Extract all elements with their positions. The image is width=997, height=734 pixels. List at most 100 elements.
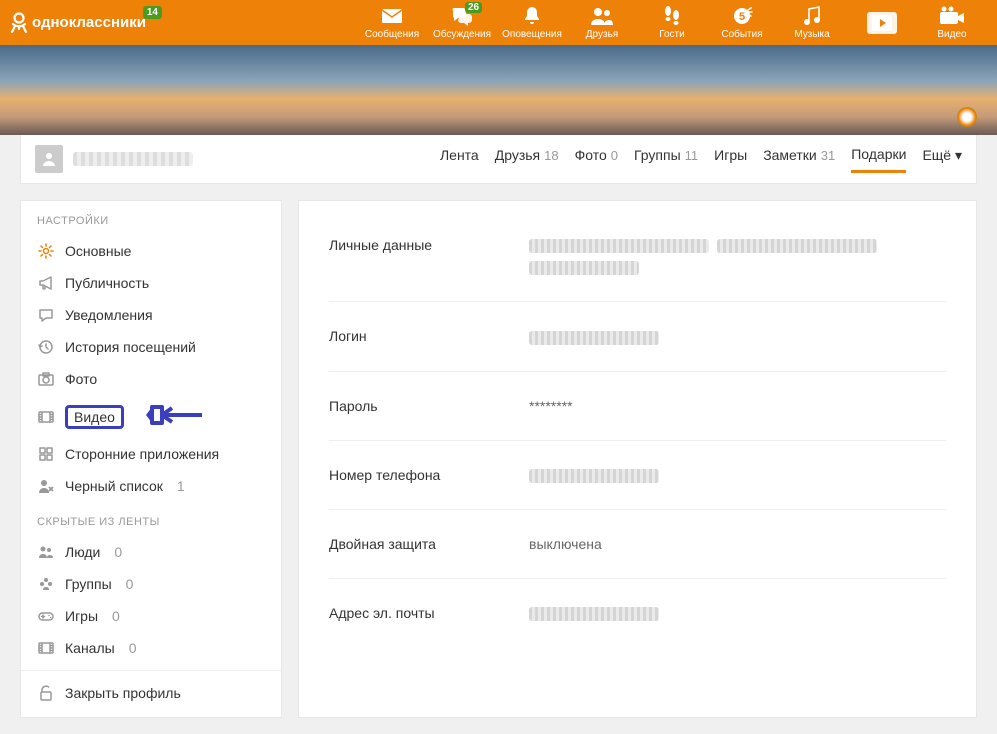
- topbar-item-calendar[interactable]: 5 События: [707, 0, 777, 45]
- profile-tab-count: 0: [611, 148, 618, 163]
- settings-row[interactable]: Адрес эл. почты: [329, 579, 946, 647]
- settings-row[interactable]: Логин: [329, 302, 946, 371]
- people-icon: [589, 5, 615, 27]
- sidebar-item-label: Фото: [65, 371, 97, 387]
- profile-tab-label: Фото: [575, 147, 607, 163]
- settings-row-value: выключена: [529, 536, 602, 552]
- sidebar-item-label: Уведомления: [65, 307, 153, 323]
- topbar-item-label: События: [721, 29, 762, 40]
- settings-row-value: ********: [529, 398, 573, 414]
- sidebar-item[interactable]: Черный список1: [21, 470, 281, 502]
- brand-logo[interactable]: одноклассники 14: [10, 12, 146, 34]
- profile-tab[interactable]: Ещё ▾: [922, 146, 962, 173]
- sidebar-item-label: Основные: [65, 243, 131, 259]
- profile-tab-label: Заметки: [763, 147, 817, 163]
- camera-icon: [939, 5, 965, 27]
- sidebar-item[interactable]: Уведомления: [21, 299, 281, 331]
- sidebar-item-label: Люди: [65, 544, 100, 560]
- topbar-item-play[interactable]: [847, 0, 917, 45]
- topbar-nav: Сообщения Обсуждения26Оповещения Друзья Гос…: [357, 0, 987, 45]
- redacted-value: [529, 469, 659, 483]
- sidebar-item-label: Игры: [65, 608, 98, 624]
- topbar-item-label: Музыка: [794, 29, 829, 40]
- sidebar-item[interactable]: Сторонние приложения: [21, 438, 281, 470]
- sidebar-close-profile[interactable]: Закрыть профиль: [21, 677, 281, 709]
- blacklist-icon: [37, 478, 55, 494]
- avatar[interactable]: [35, 145, 63, 173]
- redacted-value: [529, 261, 639, 275]
- footprints-icon: [661, 5, 683, 27]
- sidebar-item-label: Сторонние приложения: [65, 446, 219, 462]
- sidebar-item[interactable]: Группы 0: [21, 568, 281, 600]
- brand-badge: 14: [143, 6, 162, 19]
- arrow-annotation: [144, 403, 204, 430]
- profile-tab[interactable]: Заметки 31: [763, 146, 835, 173]
- history-icon: [37, 339, 55, 355]
- redacted-value: [529, 331, 659, 345]
- sidebar-item-count: 0: [126, 576, 134, 592]
- sidebar-item-label: Закрыть профиль: [65, 685, 181, 701]
- settings-row[interactable]: Личные данные: [329, 211, 946, 302]
- sidebar-item-label: Группы: [65, 576, 112, 592]
- music-icon: [802, 5, 822, 27]
- redacted-value: [717, 239, 877, 253]
- username-redacted: [73, 152, 193, 166]
- topbar-item-bell[interactable]: Оповещения: [497, 0, 567, 45]
- profile-tab-label: Друзья: [495, 147, 540, 163]
- topbar-item-label: Сообщения: [365, 29, 419, 40]
- topbar-item-label: Обсуждения: [433, 29, 491, 40]
- topbar-item-footprints[interactable]: Гости: [637, 0, 707, 45]
- profile-tab-label: Группы: [634, 147, 681, 163]
- profile-tab[interactable]: Лента: [440, 146, 479, 173]
- redacted-value: [529, 607, 659, 621]
- topbar-item-music[interactable]: Музыка: [777, 0, 847, 45]
- profile-tab[interactable]: Игры: [714, 146, 747, 173]
- sidebar-item[interactable]: Основные: [21, 235, 281, 267]
- settings-row-label: Пароль: [329, 398, 529, 414]
- settings-row[interactable]: Двойная защитавыключена: [329, 510, 946, 579]
- topbar: одноклассники 14 Сообщения Обсуждения26Оп…: [0, 0, 997, 45]
- topbar-item-chat[interactable]: Обсуждения26: [427, 0, 497, 45]
- play-icon: [867, 12, 897, 34]
- profile-tab[interactable]: Группы 11: [634, 146, 698, 173]
- profile-tab-label: Игры: [714, 147, 747, 163]
- sidebar-item[interactable]: Каналы0: [21, 632, 281, 664]
- profile-tab[interactable]: Фото 0: [575, 146, 618, 173]
- profile-tab[interactable]: Подарки: [851, 146, 906, 173]
- brand-text: одноклассники: [32, 14, 146, 31]
- topbar-item-mail[interactable]: Сообщения: [357, 0, 427, 45]
- photo-icon: [37, 371, 55, 387]
- sidebar-item-label: Видео: [65, 405, 124, 429]
- profile-tab[interactable]: Друзья 18: [495, 146, 559, 173]
- mail-icon: [381, 5, 403, 27]
- gear-icon: [37, 243, 55, 259]
- lock-open-icon: [37, 685, 55, 701]
- topbar-item-camera[interactable]: Видео: [917, 0, 987, 45]
- sidebar-item[interactable]: Фото: [21, 363, 281, 395]
- settings-row-label: Логин: [329, 328, 529, 344]
- sidebar-item-label: Публичность: [65, 275, 149, 291]
- sidebar-item[interactable]: История посещений: [21, 331, 281, 363]
- settings-row[interactable]: Номер телефона: [329, 441, 946, 510]
- sidebar-item[interactable]: Публичность: [21, 267, 281, 299]
- sidebar-item[interactable]: Видео: [21, 395, 281, 438]
- topbar-item-label: Друзья: [586, 29, 618, 40]
- topbar-item-label: Видео: [937, 29, 966, 40]
- calendar-icon: 5: [731, 5, 753, 27]
- settings-row-label: Личные данные: [329, 237, 529, 253]
- topbar-item-label: Гости: [659, 29, 684, 40]
- redacted-value: [529, 239, 709, 253]
- sidebar-item[interactable]: Люди0: [21, 536, 281, 568]
- puzzle-icon: [37, 446, 55, 462]
- svg-text:5: 5: [739, 11, 745, 23]
- topbar-item-people[interactable]: Друзья: [567, 0, 637, 45]
- sidebar-item[interactable]: Игры0: [21, 600, 281, 632]
- settings-row[interactable]: Пароль********: [329, 372, 946, 441]
- profile-tab-count: 31: [821, 148, 835, 163]
- person-icon: [41, 151, 57, 167]
- settings-row-label: Адрес эл. почты: [329, 605, 529, 621]
- film-icon: [37, 409, 55, 425]
- gamepad-icon: [37, 608, 55, 624]
- profile-cover: [0, 45, 997, 135]
- profile-tab-label: Подарки: [851, 146, 906, 162]
